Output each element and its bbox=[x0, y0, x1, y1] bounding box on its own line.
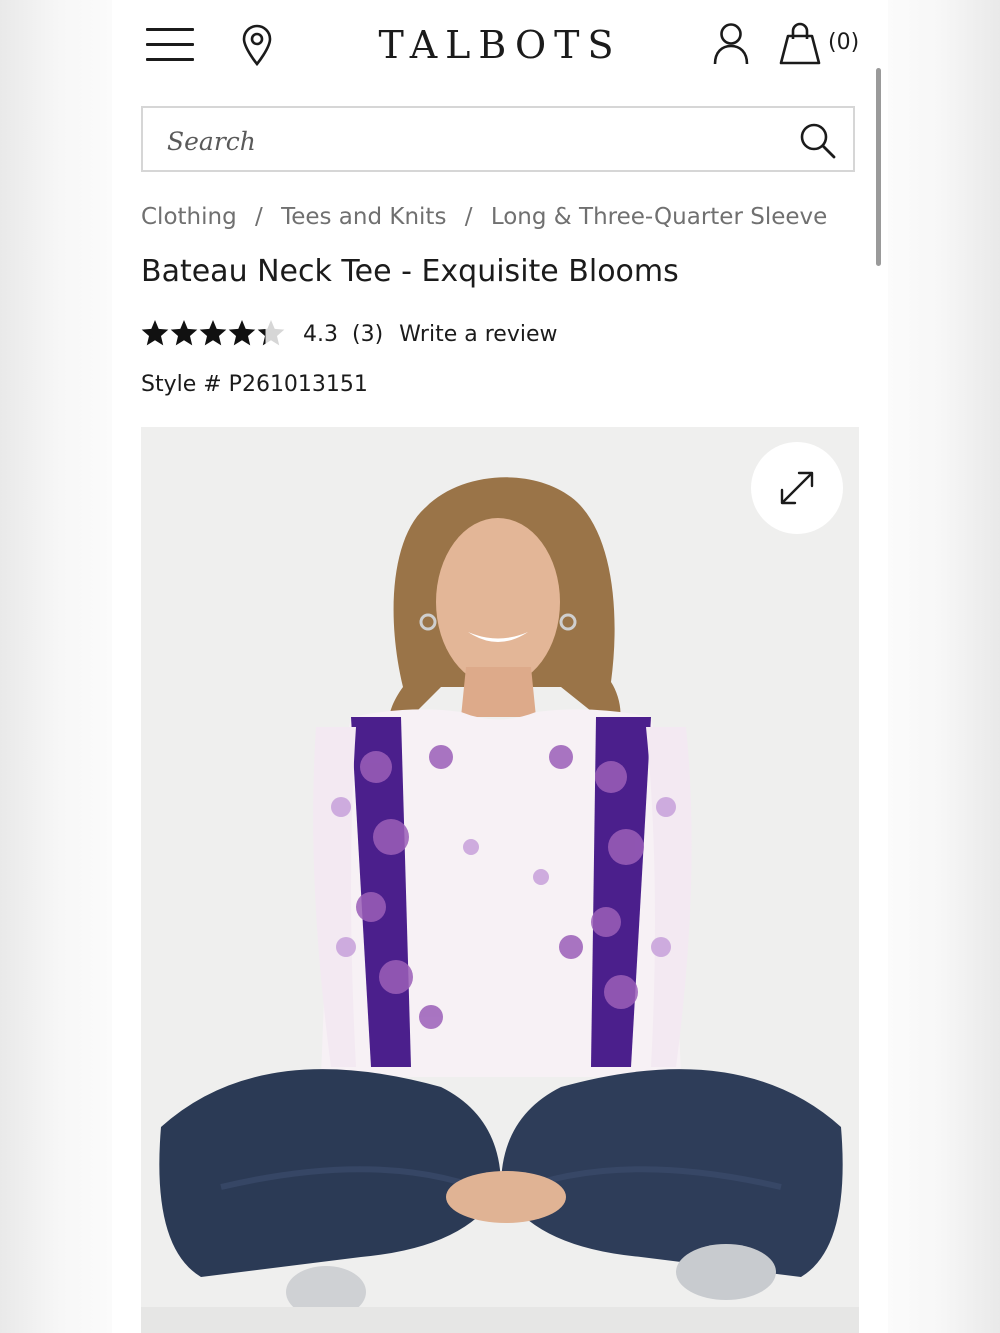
breadcrumb-link[interactable]: Clothing bbox=[141, 204, 237, 230]
product-page: TALBOTS (0) Clothing / Tees and Knits / … bbox=[112, 0, 888, 1333]
breadcrumb-separator: / bbox=[255, 204, 263, 230]
rating-value: 4.3 bbox=[303, 321, 338, 347]
breadcrumb: Clothing / Tees and Knits / Long & Three… bbox=[141, 204, 827, 230]
product-image[interactable] bbox=[141, 427, 859, 1333]
star-icon bbox=[199, 320, 227, 346]
star-rating[interactable] bbox=[141, 319, 287, 349]
expand-image-button[interactable] bbox=[751, 442, 843, 534]
search-input[interactable] bbox=[165, 120, 769, 162]
bag-count[interactable]: (0) bbox=[828, 30, 859, 55]
star-icon bbox=[141, 320, 169, 346]
model-photo bbox=[141, 477, 859, 1333]
talbots-logo[interactable]: TALBOTS bbox=[350, 22, 650, 68]
scrollbar[interactable] bbox=[876, 68, 881, 266]
breadcrumb-separator: / bbox=[464, 204, 473, 230]
review-count[interactable]: (3) bbox=[352, 322, 383, 347]
star-icon bbox=[228, 320, 256, 346]
star-icon bbox=[257, 320, 285, 346]
product-title: Bateau Neck Tee - Exquisite Blooms bbox=[141, 254, 679, 289]
shopping-bag-icon[interactable] bbox=[778, 22, 822, 66]
style-number: Style # P261013151 bbox=[141, 372, 368, 397]
breadcrumb-link[interactable]: Tees and Knits bbox=[281, 204, 446, 230]
expand-icon bbox=[780, 471, 814, 505]
breadcrumb-link[interactable]: Long & Three-Quarter Sleeve bbox=[491, 204, 827, 230]
site-header: TALBOTS (0) bbox=[112, 0, 888, 92]
account-icon[interactable] bbox=[712, 22, 750, 66]
search-bar bbox=[141, 106, 855, 172]
star-icon bbox=[170, 320, 198, 346]
menu-icon[interactable] bbox=[146, 28, 194, 62]
search-icon[interactable] bbox=[799, 122, 837, 160]
location-pin-icon[interactable] bbox=[240, 24, 274, 66]
write-review-link[interactable]: Write a review bbox=[399, 322, 557, 347]
rating-row: 4.3 (3) Write a review bbox=[141, 316, 557, 352]
